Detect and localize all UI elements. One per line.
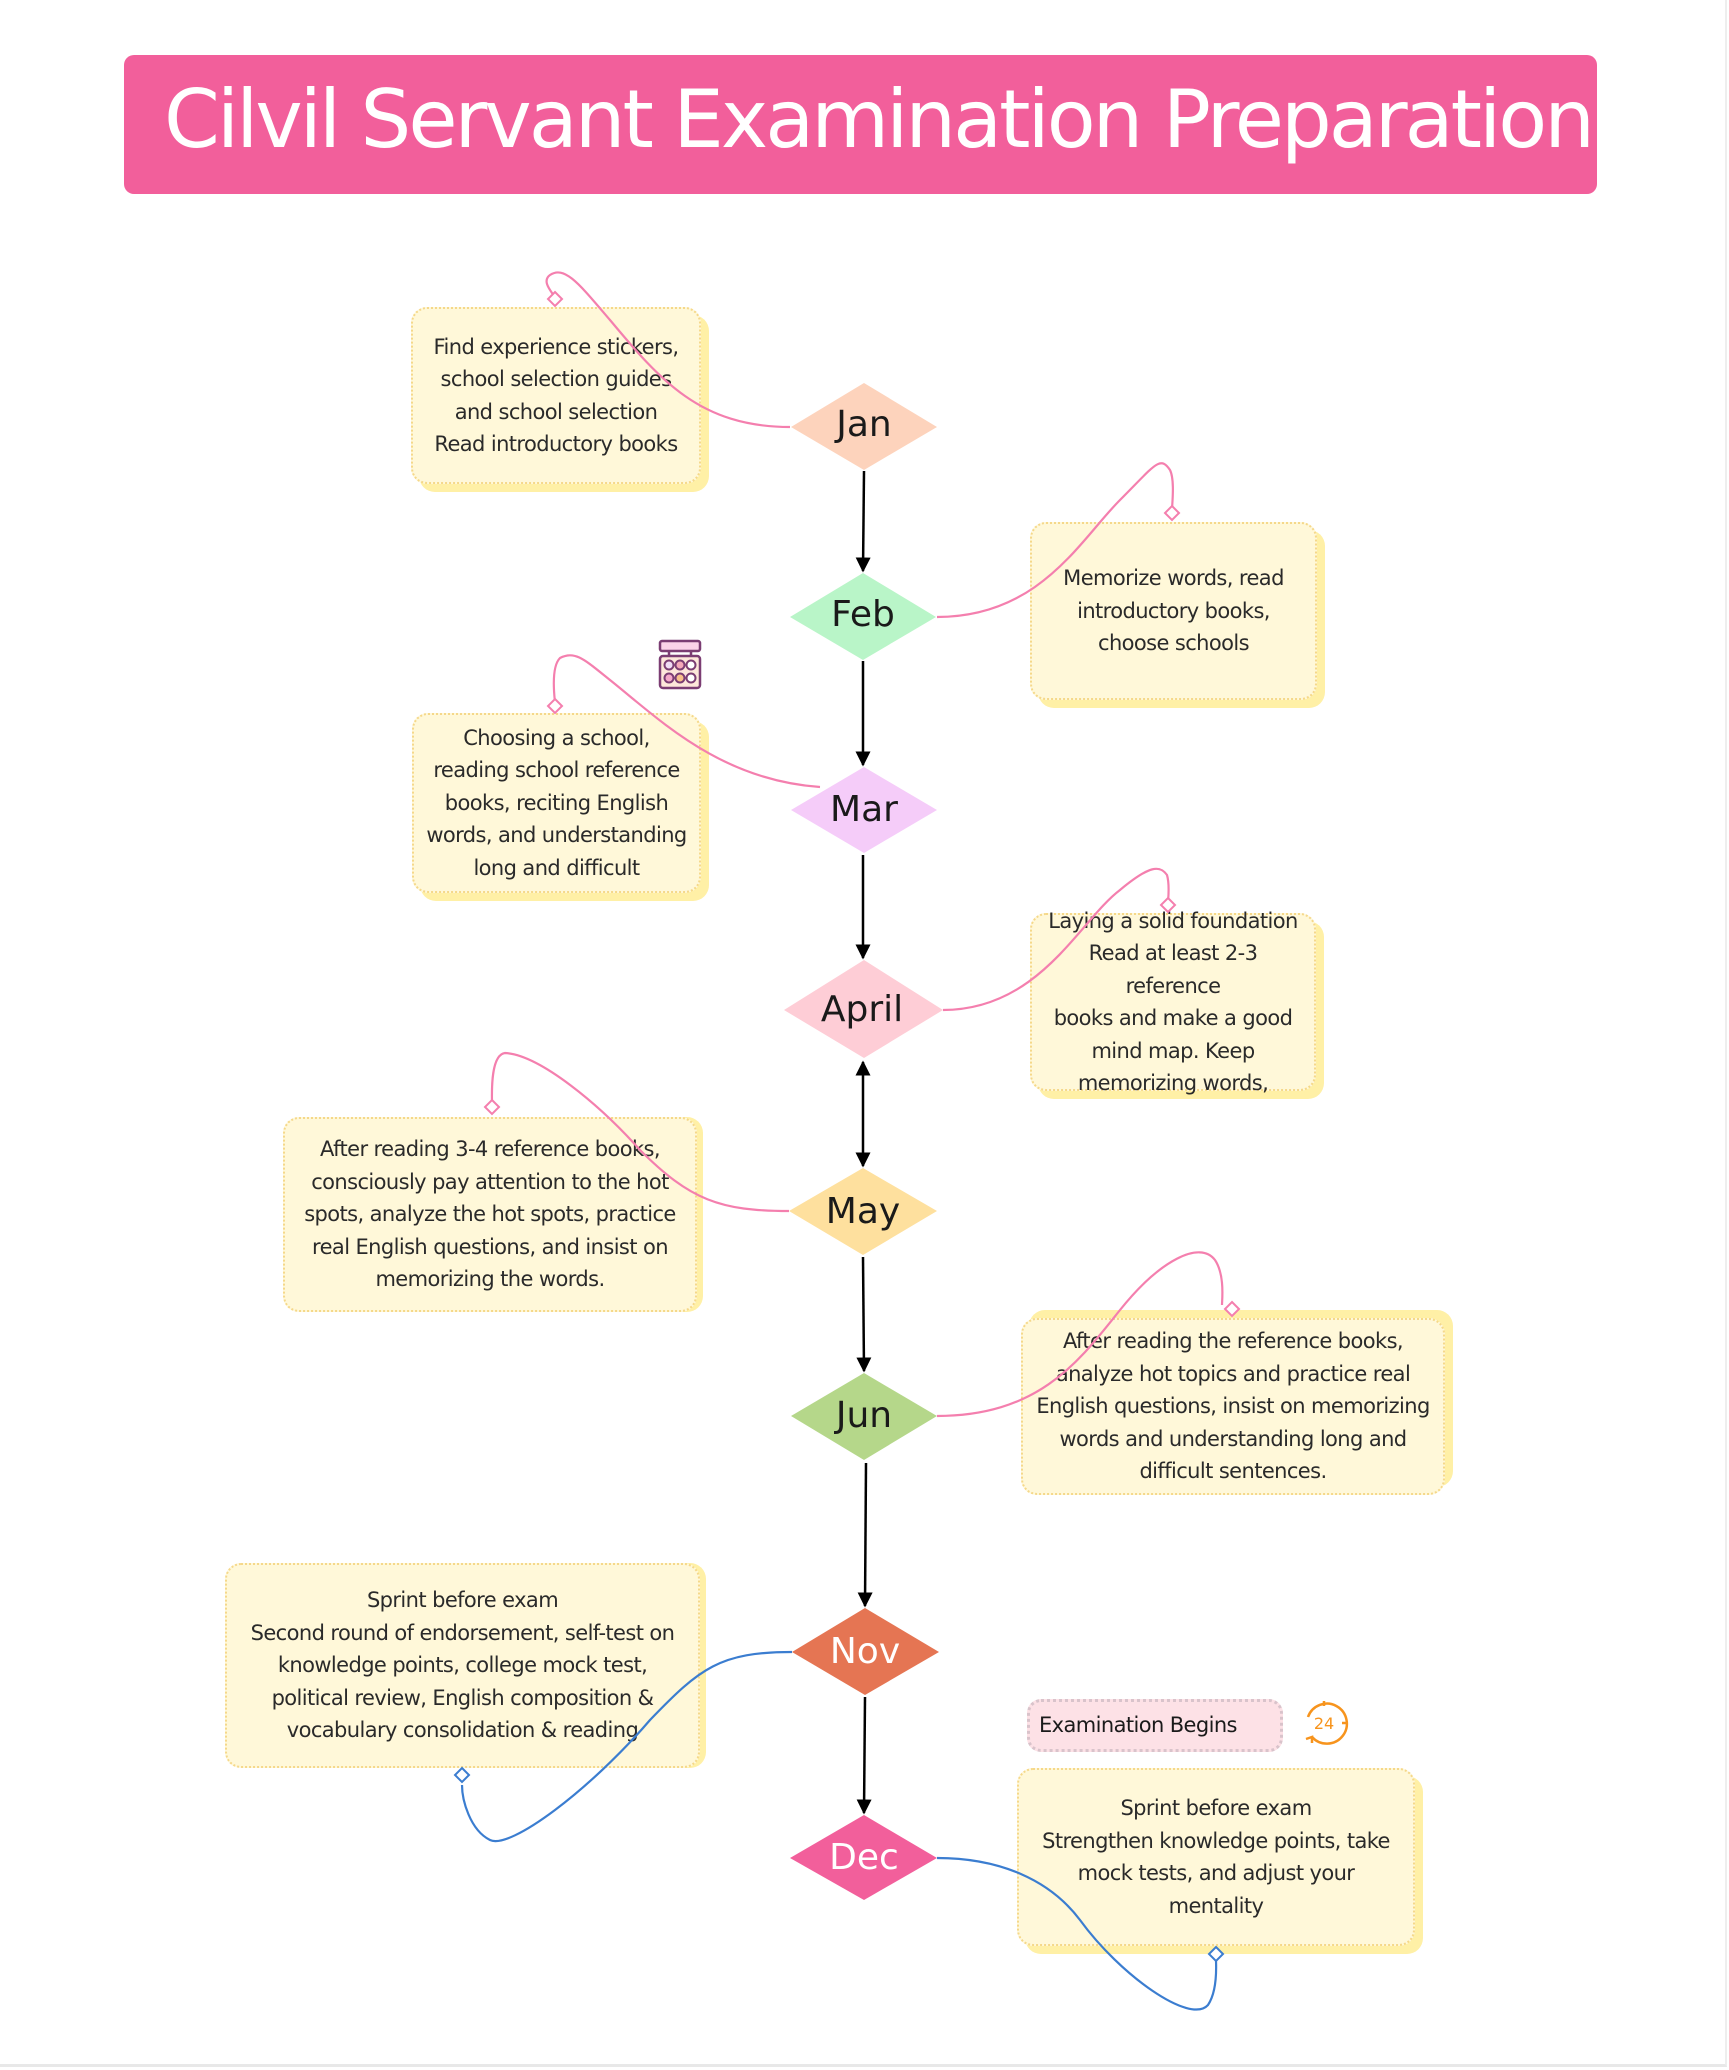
note-jun[interactable]: After reading the reference books, analy… [1021,1318,1445,1495]
note-jan[interactable]: Find experience stickers, school selecti… [411,307,701,484]
note-feb[interactable]: Memorize words, read introductory books,… [1030,522,1317,700]
arrow-nov-dec [856,1696,872,1815]
month-label-april: April [820,989,904,1030]
eyeshadow-palette-icon [655,639,705,691]
month-label-nov: Nov [829,1631,901,1672]
arrow-may-jun [856,1256,872,1373]
note-dec-text: Sprint before exam Strengthen knowledge … [1042,1796,1390,1918]
note-may[interactable]: After reading 3-4 reference books, consc… [283,1117,697,1312]
arrow-jun-nov [857,1462,873,1608]
arrow-jan-feb [855,470,871,573]
note-jan-text: Find experience stickers, school selecti… [433,334,680,457]
note-nov-text: Sprint before exam Second round of endor… [250,1588,675,1743]
note-april[interactable]: Laying a solid foundation Read at least … [1030,909,1316,1095]
month-label-jan: Jan [836,404,892,445]
month-label-may: May [825,1191,901,1232]
note-mar-text: Choosing a school, reading school refere… [426,725,687,880]
note-feb-text: Memorize words, read introductory books,… [1063,566,1284,656]
note-dec[interactable]: Sprint before exam Strengthen knowledge … [1017,1768,1415,1946]
month-label-feb: Feb [831,594,895,635]
note-jun-text: After reading the reference books, analy… [1036,1329,1430,1484]
note-april-text: Laying a solid foundation Read at least … [1048,908,1298,1096]
note-nov[interactable]: Sprint before exam Second round of endor… [225,1563,700,1768]
note-mar[interactable]: Choosing a school, reading school refere… [412,713,701,893]
month-label-mar: Mar [830,789,898,830]
month-label-dec: Dec [829,1837,899,1878]
24-hour-clock-icon: 24 [1298,1697,1350,1749]
examination-begins-badge[interactable]: Examination Begins [1027,1699,1283,1752]
month-label-jun: Jun [835,1395,893,1436]
clock-icon-text: 24 [1314,1714,1334,1733]
note-may-text: After reading 3-4 reference books, consc… [304,1137,676,1292]
